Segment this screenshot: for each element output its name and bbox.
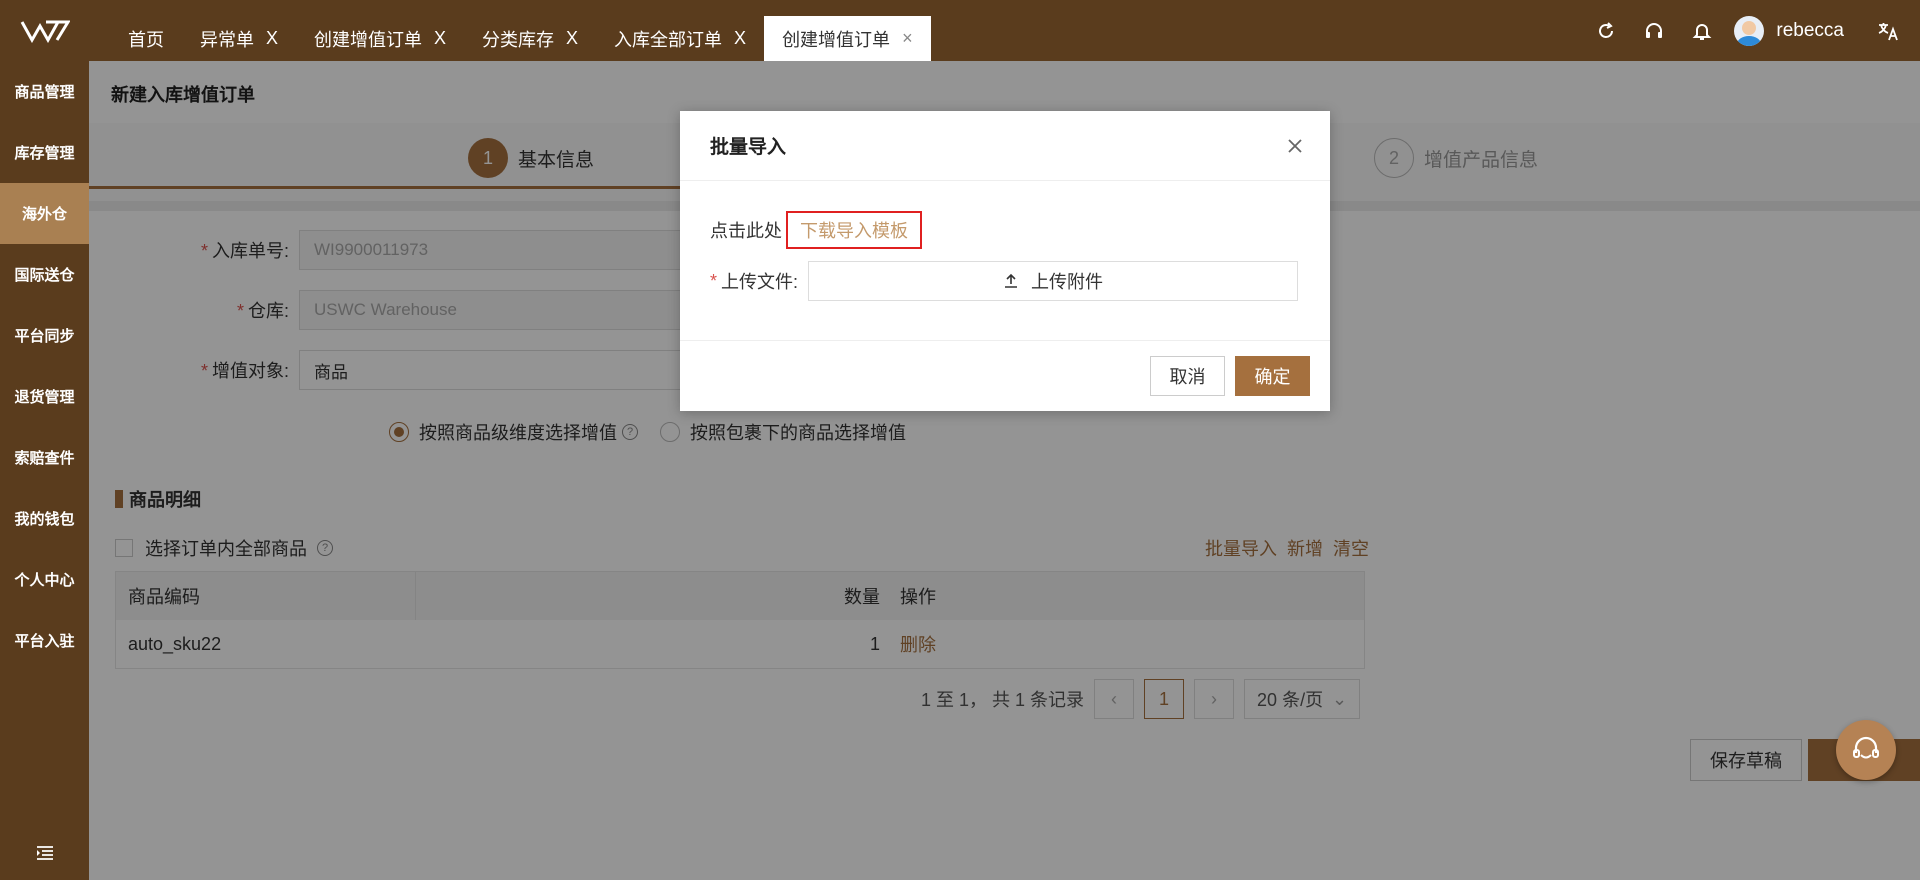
cancel-button[interactable]: 取消 [1150, 356, 1225, 396]
tab-close-icon[interactable]: × [902, 28, 913, 49]
translate-icon[interactable] [1864, 0, 1912, 61]
download-template-link[interactable]: 下载导入模板 [786, 211, 922, 249]
sidebar-item-product-management[interactable]: 商品管理 [0, 61, 89, 122]
tab-strip: 首页 异常单 X 创建增值订单 X 分类库存 X 入库全部订单 X 创建增值订单 × [110, 16, 931, 61]
sidebar-item-platform-onboarding[interactable]: 平台入驻 [0, 610, 89, 671]
dialog-footer: 取消 确定 [680, 341, 1330, 411]
dialog-body: 点击此处 下载导入模板 * 上传文件: 上传附件 [680, 181, 1330, 341]
sidebar-item-overseas-warehouse[interactable]: 海外仓 [0, 183, 89, 244]
dialog-title: 批量导入 [710, 137, 787, 158]
dialog-header: 批量导入 [680, 111, 1330, 181]
tab-inbound-orders[interactable]: 入库全部订单 X [596, 16, 764, 61]
sidebar-item-returns[interactable]: 退货管理 [0, 366, 89, 427]
username: rebecca [1776, 19, 1844, 41]
sidebar-item-profile[interactable]: 个人中心 [0, 549, 89, 610]
batch-import-dialog: 批量导入 点击此处 下载导入模板 * 上传文件: 上传附件 取消 确定 [680, 111, 1330, 411]
upload-row: * 上传文件: 上传附件 [710, 261, 1299, 301]
tab-exception-orders[interactable]: 异常单 X [182, 16, 296, 61]
confirm-button[interactable]: 确定 [1235, 356, 1310, 396]
top-right-tools: rebecca [1582, 0, 1920, 61]
tab-close-icon[interactable]: X [566, 28, 578, 49]
sidebar-item-wallet[interactable]: 我的钱包 [0, 488, 89, 549]
tab-create-value-order-active[interactable]: 创建增值订单 × [764, 16, 931, 61]
tab-create-value-order[interactable]: 创建增值订单 X [296, 16, 464, 61]
brand-logo[interactable] [0, 0, 89, 61]
user-menu[interactable]: rebecca [1734, 15, 1844, 46]
logo-icon [20, 20, 70, 43]
sidebar-item-platform-sync[interactable]: 平台同步 [0, 305, 89, 366]
collapse-menu-icon[interactable] [0, 838, 89, 868]
tab-close-icon[interactable]: X [266, 28, 278, 49]
avatar [1734, 15, 1765, 46]
sidebar-item-claims[interactable]: 索赔查件 [0, 427, 89, 488]
upload-attachment-button[interactable]: 上传附件 [808, 261, 1299, 301]
sidebar: 商品管理 库存管理 海外仓 国际送仓 平台同步 退货管理 索赔查件 我的钱包 个… [0, 61, 89, 880]
upload-icon [1005, 273, 1018, 288]
tab-home[interactable]: 首页 [110, 16, 182, 61]
headset-icon[interactable] [1630, 0, 1678, 61]
close-icon[interactable] [1284, 135, 1306, 157]
tab-category-stock[interactable]: 分类库存 X [464, 16, 596, 61]
tab-close-icon[interactable]: X [734, 28, 746, 49]
sidebar-item-international-delivery[interactable]: 国际送仓 [0, 244, 89, 305]
sidebar-item-inventory[interactable]: 库存管理 [0, 122, 89, 183]
top-bar: 首页 异常单 X 创建增值订单 X 分类库存 X 入库全部订单 X 创建增值订单 × re… [0, 0, 1920, 61]
template-row: 点击此处 下载导入模板 [710, 211, 922, 249]
refresh-icon[interactable] [1582, 0, 1630, 61]
customer-service-icon[interactable] [1836, 720, 1896, 780]
tab-close-icon[interactable]: X [434, 28, 446, 49]
bell-icon[interactable] [1678, 0, 1726, 61]
